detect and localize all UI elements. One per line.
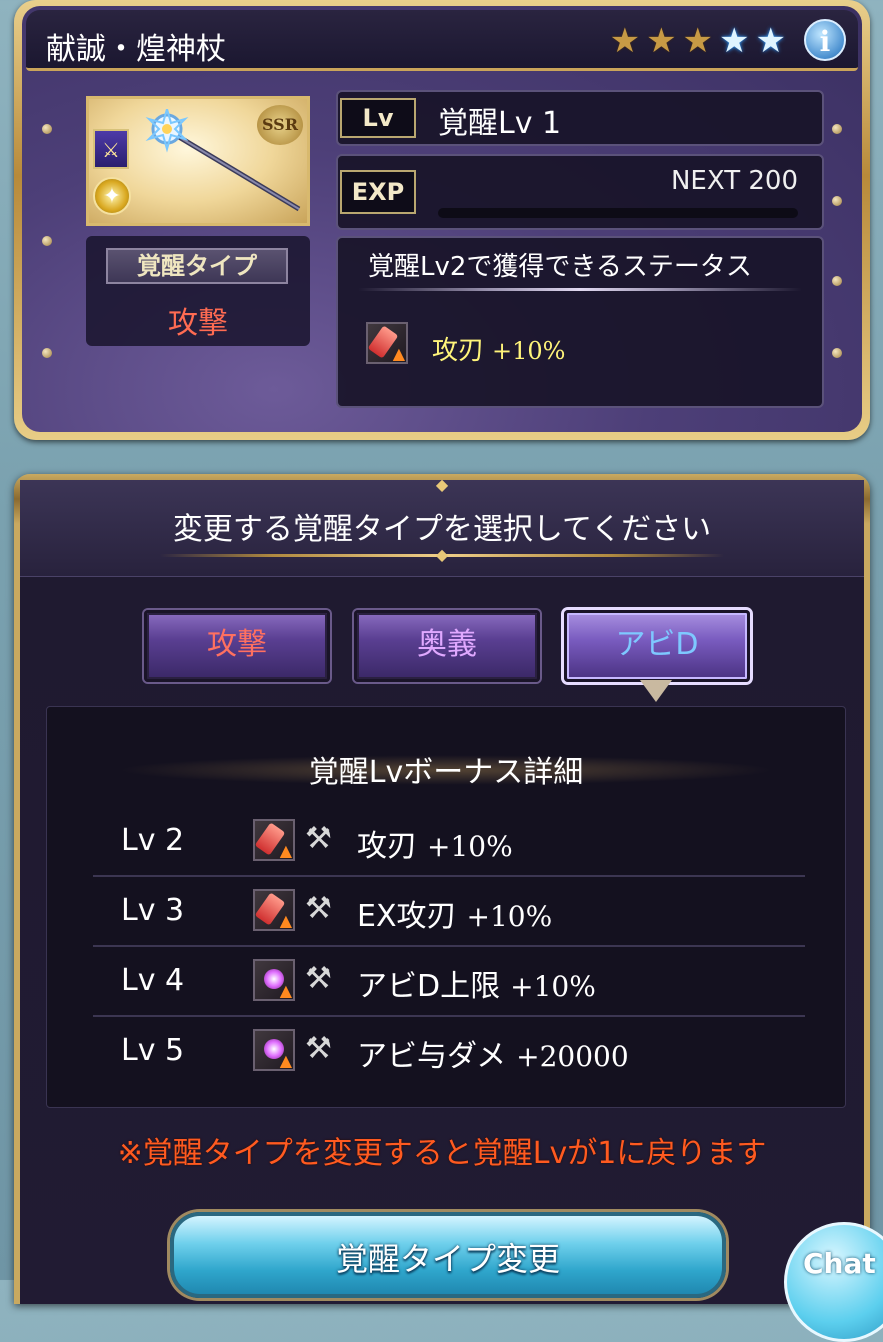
bonus-level: Lv 5 bbox=[121, 1033, 185, 1068]
tab-ougi[interactable]: 奥義 bbox=[354, 610, 540, 682]
exp-panel: EXP NEXT 200 bbox=[336, 154, 824, 230]
star-blue-icon: ★ bbox=[719, 21, 750, 61]
bonus-name: アビ与ダメ bbox=[357, 1039, 507, 1074]
weapon-card-body: 献誠・煌神杖 ★ ★ ★ ★ ★ i ⚔ ✦ SSR 覚醒タイプ 攻撃 Lv 覚… bbox=[22, 6, 862, 432]
weapon-thumbnail[interactable]: ⚔ ✦ SSR bbox=[86, 96, 310, 226]
exp-bar bbox=[438, 208, 798, 218]
tab-ability-damage[interactable]: アビD bbox=[564, 610, 750, 682]
bonus-name: アビD上限 bbox=[357, 969, 501, 1004]
element-light-icon: ✦ bbox=[93, 177, 131, 215]
arrow-up-icon: ▲ bbox=[392, 344, 405, 363]
bonus-entry: アビ与ダメ +20000 bbox=[357, 1031, 629, 1075]
ornament-icon: ◆ bbox=[435, 475, 449, 494]
bonus-row: Lv 3 ▲ ⚒ EX攻刃 +10% bbox=[93, 877, 805, 947]
tab-label: 攻撃 bbox=[207, 627, 267, 662]
star-gold-icon: ★ bbox=[609, 21, 641, 61]
bonus-row: Lv 2 ▲ ⚒ 攻刃 +10% bbox=[93, 807, 805, 877]
reset-warning: ※覚醒タイプを変更すると覚醒Lvが1に戻ります bbox=[117, 1136, 767, 1171]
rivet bbox=[42, 124, 52, 134]
ability-up-icon: ▲ bbox=[253, 959, 295, 1001]
next-status-value: +10% bbox=[492, 337, 566, 365]
bonus-name: EX攻刃 bbox=[357, 899, 457, 934]
divider bbox=[358, 288, 802, 291]
weapon-title-bar: 献誠・煌神杖 ★ ★ ★ ★ ★ i bbox=[26, 10, 858, 71]
ability-up-icon: ▲ bbox=[253, 1029, 295, 1071]
ssr-badge: SSR bbox=[257, 105, 303, 145]
weapon-name: 献誠・煌神杖 bbox=[46, 32, 226, 67]
arrow-up-icon: ▲ bbox=[279, 1051, 292, 1070]
next-exp: NEXT 200 bbox=[670, 166, 798, 196]
awaken-type-label: 覚醒タイプ bbox=[106, 248, 288, 284]
bonus-value: +10% bbox=[427, 830, 513, 863]
tab-label: アビD bbox=[615, 627, 699, 662]
attack-up-icon: ▲ bbox=[366, 322, 408, 364]
bonus-title: 覚醒Lvボーナス詳細 bbox=[308, 755, 584, 790]
tab-attack[interactable]: 攻撃 bbox=[144, 610, 330, 682]
arrow-up-icon: ▲ bbox=[279, 841, 292, 860]
next-status-panel: 覚醒Lv2で獲得できるステータス ▲ 攻刃 +10% bbox=[336, 236, 824, 408]
hammer-icon: ⚒ bbox=[305, 1031, 332, 1066]
star-blue-icon: ★ bbox=[755, 21, 786, 61]
change-button-label: 覚醒タイプ変更 bbox=[335, 1240, 560, 1278]
level-panel: Lv 覚醒Lv 1 bbox=[336, 90, 824, 146]
arrow-up-icon: ▲ bbox=[279, 981, 292, 1000]
rivet bbox=[832, 196, 842, 206]
next-status-name: 攻刃 bbox=[432, 336, 485, 366]
next-status-heading: 覚醒Lv2で獲得できるステータス bbox=[368, 252, 752, 282]
ornament-icon: ◆ bbox=[435, 545, 449, 564]
level-tag: Lv bbox=[340, 98, 416, 138]
bonus-name: 攻刃 bbox=[357, 829, 417, 864]
bonus-entry: 攻刃 +10% bbox=[357, 821, 513, 865]
rivet bbox=[42, 236, 52, 246]
dialog-title: 変更する覚醒タイプを選択してください bbox=[172, 512, 712, 547]
bonus-details: 覚醒Lvボーナス詳細 Lv 2 ▲ ⚒ 攻刃 +10% Lv 3 ▲ ⚒ EX攻刃… bbox=[46, 706, 846, 1108]
hammer-icon: ⚒ bbox=[305, 821, 332, 856]
rivet bbox=[832, 124, 842, 134]
bonus-level: Lv 2 bbox=[121, 823, 185, 858]
info-icon: i bbox=[819, 25, 831, 58]
dialog-header: ◆ 変更する覚醒タイプを選択してください ◆ bbox=[20, 475, 864, 577]
weapon-type-staff-icon: ⚔ bbox=[93, 129, 129, 169]
bonus-entry: EX攻刃 +10% bbox=[357, 891, 552, 935]
attack-up-icon: ▲ bbox=[253, 819, 295, 861]
rivet bbox=[832, 276, 842, 286]
awaken-type-value: 攻撃 bbox=[168, 306, 228, 341]
bonus-row: Lv 4 ▲ ⚒ アビD上限 +10% bbox=[93, 947, 805, 1017]
change-awaken-type-button[interactable]: 覚醒タイプ変更 bbox=[170, 1212, 726, 1298]
weapon-card: 献誠・煌神杖 ★ ★ ★ ★ ★ i ⚔ ✦ SSR 覚醒タイプ 攻撃 Lv 覚… bbox=[14, 0, 870, 440]
info-button[interactable]: i bbox=[804, 19, 846, 61]
exp-tag: EXP bbox=[340, 170, 416, 214]
rivet bbox=[832, 348, 842, 358]
chat-label: Chat bbox=[803, 1247, 876, 1280]
attack-up-icon: ▲ bbox=[253, 889, 295, 931]
bonus-value: +10% bbox=[466, 900, 553, 933]
awaken-type-box: 覚醒タイプ 攻撃 bbox=[86, 236, 310, 346]
awaken-type-dialog: ◆ 変更する覚醒タイプを選択してください ◆ 攻撃 奥義 アビD 覚醒Lvボーナ… bbox=[14, 474, 870, 1304]
bonus-value: +20000 bbox=[516, 1040, 629, 1073]
next-status-line: 攻刃 +10% bbox=[432, 330, 565, 367]
arrow-up-icon: ▲ bbox=[279, 911, 292, 930]
tab-label: 奥義 bbox=[417, 627, 477, 662]
rivet bbox=[42, 348, 52, 358]
star-gold-icon: ★ bbox=[646, 21, 677, 61]
bonus-row: Lv 5 ▲ ⚒ アビ与ダメ +20000 bbox=[93, 1017, 805, 1085]
awaken-level: 覚醒Lv 1 bbox=[438, 106, 562, 141]
dialog-body: ◆ 変更する覚醒タイプを選択してください ◆ 攻撃 奥義 アビD 覚醒Lvボーナ… bbox=[20, 475, 864, 1304]
rank-stars: ★ ★ ★ ★ ★ bbox=[610, 24, 786, 58]
bonus-level: Lv 3 bbox=[121, 893, 185, 928]
selected-tab-pointer-icon bbox=[640, 680, 672, 702]
star-gold-icon: ★ bbox=[682, 21, 714, 61]
hammer-icon: ⚒ bbox=[305, 961, 332, 996]
bonus-value: +10% bbox=[510, 970, 596, 1003]
bonus-entry: アビD上限 +10% bbox=[357, 961, 596, 1005]
hammer-icon: ⚒ bbox=[305, 891, 332, 926]
bonus-level: Lv 4 bbox=[121, 963, 185, 998]
